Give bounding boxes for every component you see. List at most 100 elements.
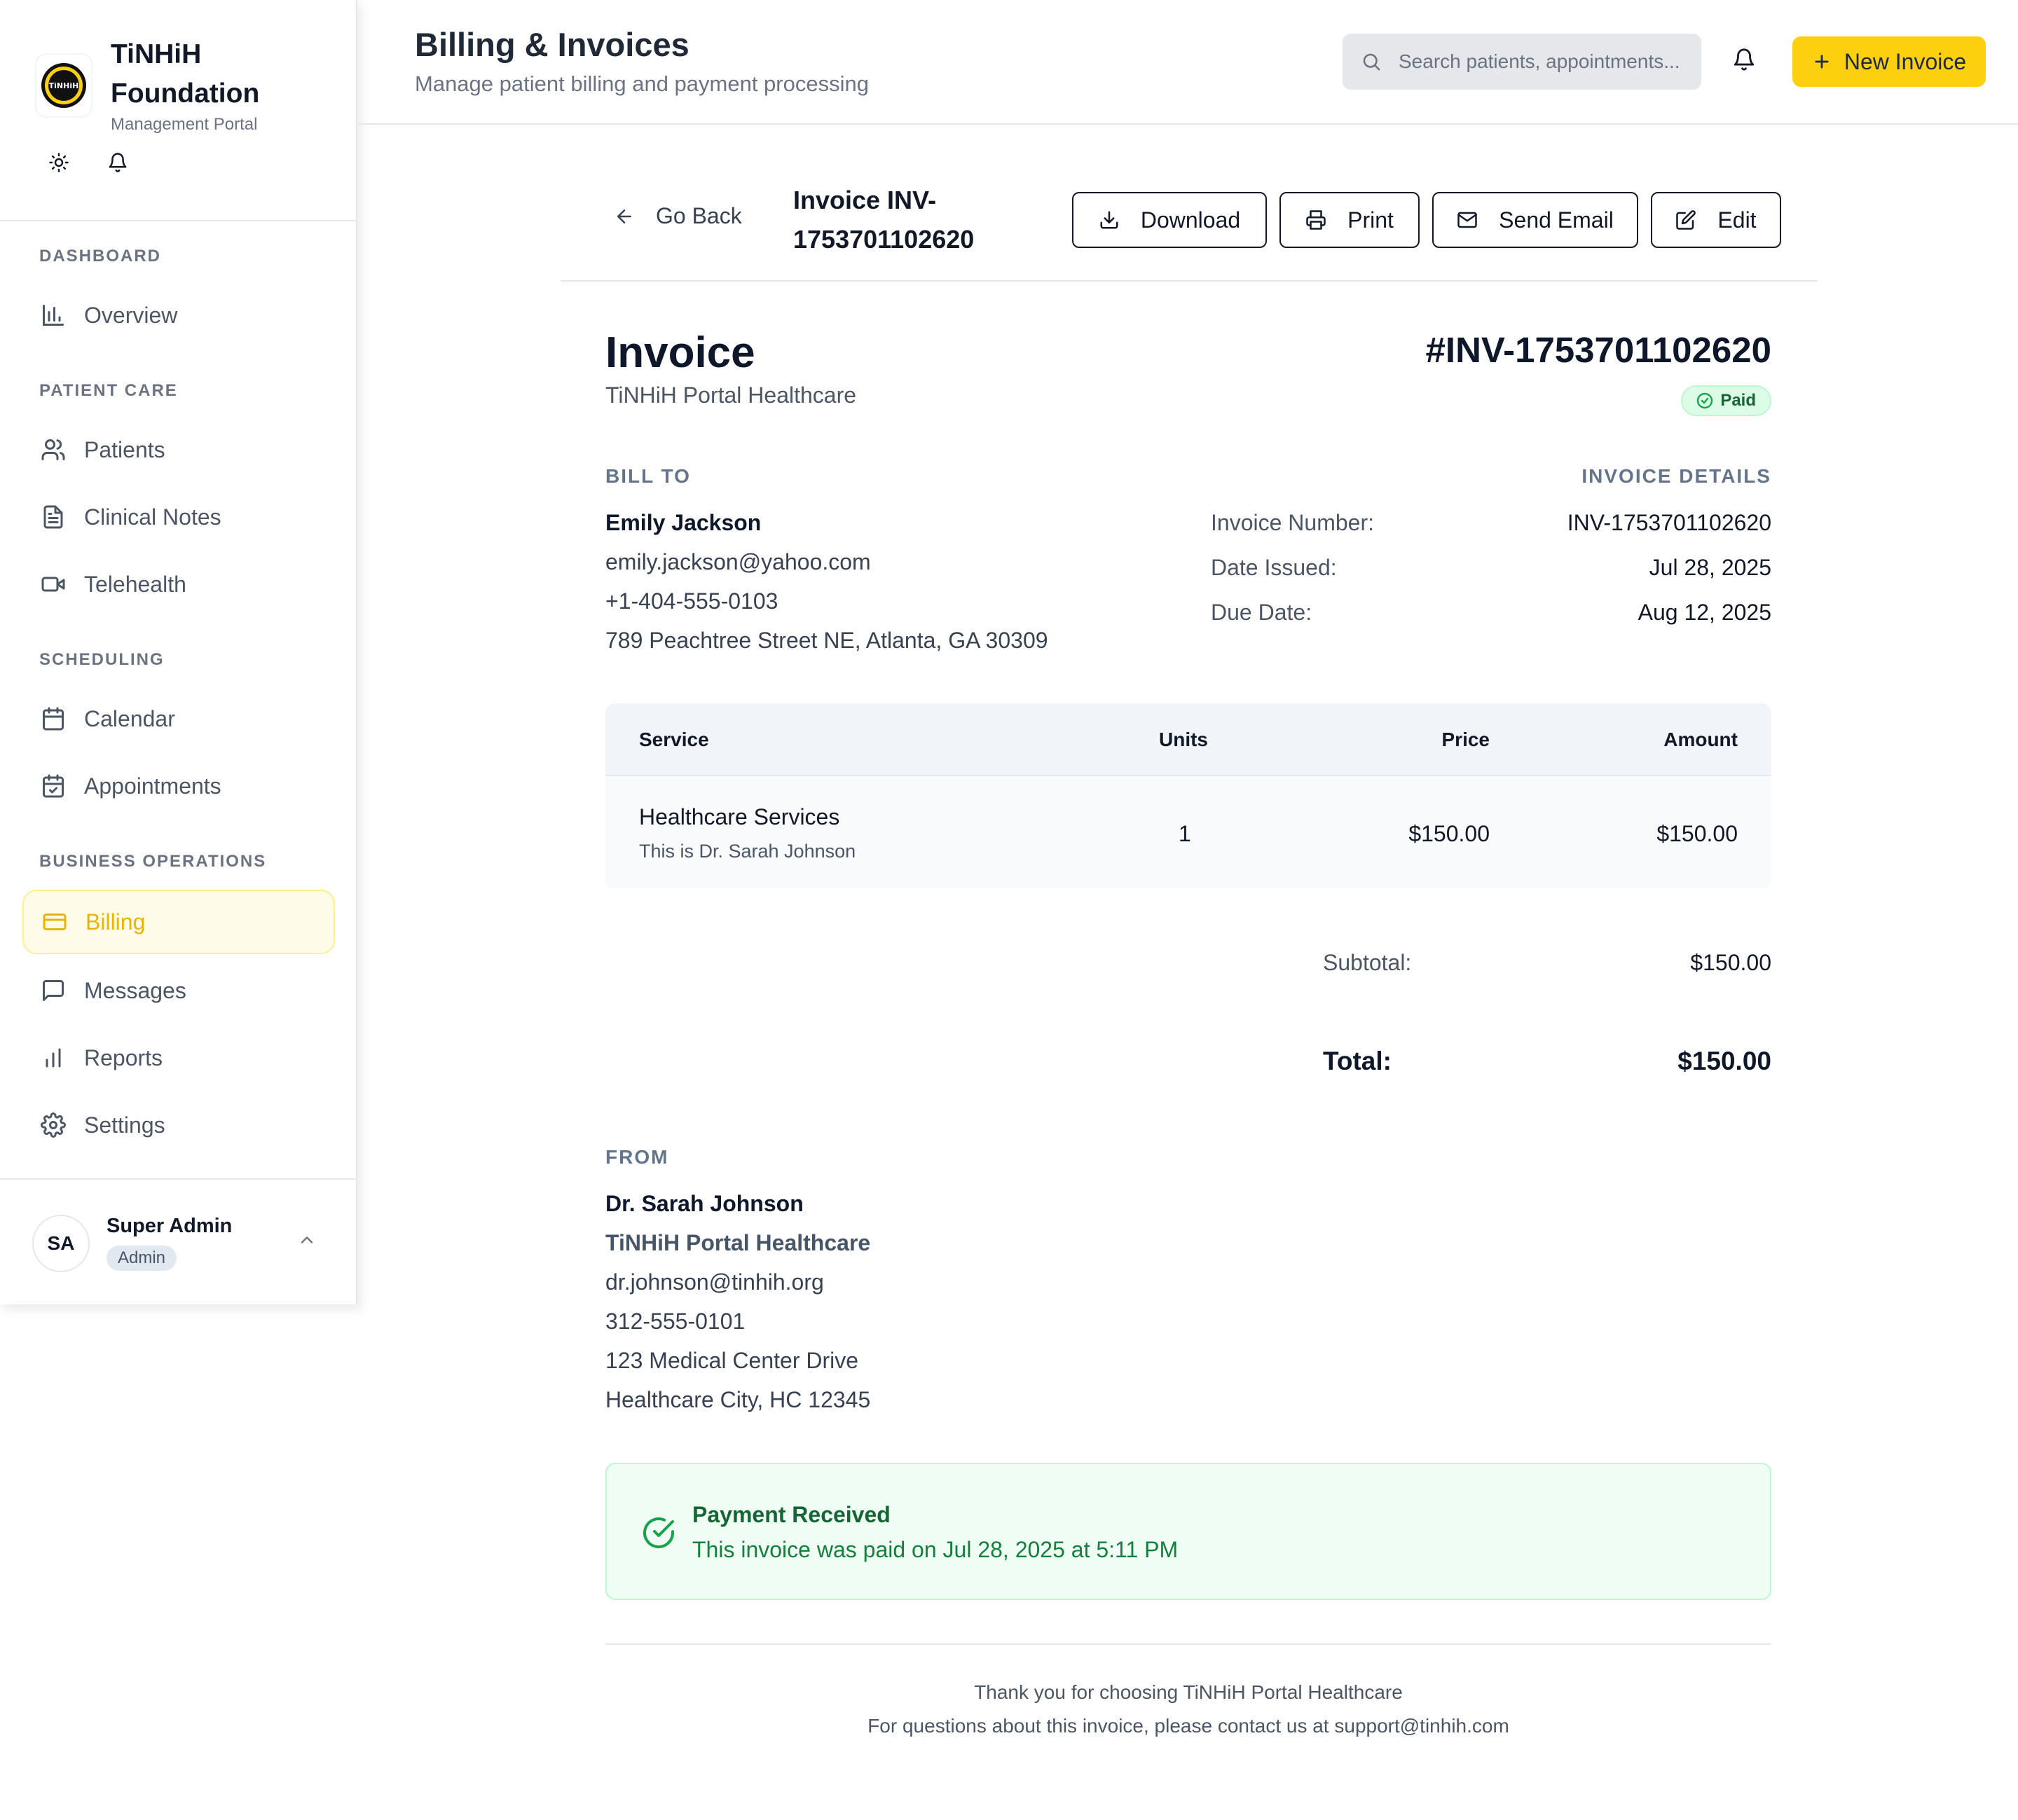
date-issued-label: Date Issued: — [1211, 555, 1337, 580]
edit-icon — [1675, 209, 1696, 230]
check-circle-icon — [1697, 392, 1713, 409]
download-button[interactable]: Download — [1072, 192, 1267, 248]
user-menu[interactable]: SA Super Admin Admin — [0, 1178, 357, 1304]
bill-to-label: BILL TO — [605, 465, 691, 487]
sidebar-item-billing[interactable]: Billing — [22, 890, 335, 954]
nav-section-business-operations: BUSINESS OPERATIONS — [39, 852, 267, 871]
brand-header: TiNHiH TiNHiH Foundation Management Port… — [0, 0, 357, 221]
from-name: Dr. Sarah Johnson — [605, 1191, 804, 1216]
footer-contact: For questions about this invoice, please… — [867, 1715, 1509, 1737]
new-invoice-button[interactable]: New Invoice — [1792, 36, 1986, 87]
total-label: Total: — [1323, 1047, 1392, 1075]
send-email-button[interactable]: Send Email — [1432, 192, 1638, 248]
top-header: Billing & Invoices Manage patient billin… — [359, 0, 2018, 125]
users-icon — [39, 436, 67, 464]
nav-section-patient-care: PATIENT CARE — [39, 381, 178, 400]
sidebar-item-label: Patients — [84, 436, 165, 462]
brand-subtitle: Management Portal — [111, 115, 258, 134]
user-name: Super Admin — [107, 1215, 233, 1237]
edit-button[interactable]: Edit — [1651, 192, 1781, 248]
calendar-icon — [39, 705, 67, 733]
total-value: $150.00 — [1677, 1047, 1771, 1075]
sidebar-item-label: Overview — [84, 302, 178, 328]
print-label: Print — [1347, 207, 1394, 233]
invoice-number-display: #INV-1753701102620 — [1425, 330, 1771, 370]
sidebar: TiNHiH TiNHiH Foundation Management Port… — [0, 0, 357, 1304]
search-input[interactable] — [1399, 50, 1679, 73]
avatar: SA — [32, 1215, 90, 1272]
sun-icon[interactable] — [45, 149, 73, 177]
user-role-badge: Admin — [107, 1246, 177, 1271]
invoice-details-label: INVOICE DETAILS — [1581, 465, 1771, 487]
bell-icon[interactable] — [104, 149, 132, 177]
download-label: Download — [1140, 207, 1241, 233]
chevron-up-icon[interactable] — [297, 1230, 317, 1250]
row-description: This is Dr. Sarah Johnson — [639, 841, 856, 862]
bill-to-address: 789 Peachtree Street NE, Atlanta, GA 303… — [605, 628, 1048, 653]
sidebar-item-settings[interactable]: Settings — [22, 1093, 335, 1157]
column-header-units: Units — [1159, 729, 1208, 750]
logo-icon: TiNHiH — [41, 63, 86, 108]
arrow-left-icon — [614, 206, 635, 227]
bill-to-email: emily.jackson@yahoo.com — [605, 549, 871, 574]
payment-text: This invoice was paid on Jul 28, 2025 at… — [692, 1537, 1179, 1562]
footer-thanks: Thank you for choosing TiNHiH Portal Hea… — [974, 1681, 1403, 1703]
gear-icon — [39, 1111, 67, 1139]
invoice-heading: Invoice — [605, 329, 755, 377]
video-icon — [39, 570, 67, 598]
from-address-line1: 123 Medical Center Drive — [605, 1348, 859, 1373]
sidebar-item-label: Settings — [84, 1112, 165, 1138]
sidebar-item-reports[interactable]: Reports — [22, 1026, 335, 1090]
invoice-company: TiNHiH Portal Healthcare — [605, 382, 857, 408]
sidebar-item-clinical-notes[interactable]: Clinical Notes — [22, 485, 335, 549]
logo-text: TiNHiH — [49, 81, 79, 90]
check-circle-icon — [642, 1516, 675, 1550]
sidebar-item-label: Calendar — [84, 705, 175, 731]
new-invoice-label: New Invoice — [1844, 48, 1967, 74]
sidebar-item-overview[interactable]: Overview — [22, 283, 335, 347]
plus-icon — [1812, 52, 1832, 71]
credit-card-icon — [41, 908, 69, 936]
subtotal-label: Subtotal: — [1323, 950, 1412, 975]
notifications-bell-icon[interactable] — [1732, 48, 1756, 71]
table-header: Service Units Price Amount — [605, 703, 1771, 776]
print-button[interactable]: Print — [1279, 192, 1420, 248]
line-items-table: Service Units Price Amount Healthcare Se… — [605, 703, 1771, 888]
payment-received-notice: Payment Received This invoice was paid o… — [605, 1463, 1771, 1600]
sidebar-item-calendar[interactable]: Calendar — [22, 687, 335, 751]
sidebar-item-patients[interactable]: Patients — [22, 418, 335, 482]
message-square-icon — [39, 977, 67, 1005]
row-amount: $150.00 — [1656, 821, 1738, 846]
edit-label: Edit — [1717, 207, 1757, 233]
sidebar-item-label: Clinical Notes — [84, 504, 221, 530]
bill-to-phone: +1-404-555-0103 — [605, 588, 778, 614]
sidebar-item-label: Reports — [84, 1045, 163, 1070]
sidebar-item-messages[interactable]: Messages — [22, 958, 335, 1023]
bar-chart-icon — [39, 301, 67, 329]
send-email-label: Send Email — [1499, 207, 1614, 233]
go-back-button[interactable]: Go Back — [614, 203, 742, 229]
row-units: 1 — [1179, 821, 1191, 846]
search-icon — [1361, 51, 1382, 72]
page-title: Billing & Invoices — [415, 26, 689, 63]
search-bar[interactable] — [1343, 34, 1701, 90]
due-date-label: Due Date: — [1211, 600, 1312, 625]
printer-icon — [1305, 209, 1326, 230]
due-date-value: Aug 12, 2025 — [1638, 600, 1771, 625]
status-badge-label: Paid — [1720, 391, 1756, 410]
sidebar-item-appointments[interactable]: Appointments — [22, 754, 335, 818]
page-subtitle: Manage patient billing and payment proce… — [415, 71, 869, 96]
column-header-price: Price — [1441, 729, 1490, 750]
from-organization: TiNHiH Portal Healthcare — [605, 1230, 871, 1255]
payment-title: Payment Received — [692, 1502, 891, 1527]
sidebar-item-telehealth[interactable]: Telehealth — [22, 552, 335, 616]
mail-icon — [1457, 209, 1478, 230]
invoice-number-value: INV-1753701102620 — [1567, 510, 1771, 535]
download-icon — [1099, 209, 1120, 230]
column-header-service: Service — [639, 729, 709, 750]
from-phone: 312-555-0101 — [605, 1309, 746, 1334]
brand-logo[interactable]: TiNHiH — [35, 53, 92, 118]
nav-section-dashboard: DASHBOARD — [39, 247, 161, 266]
row-service: Healthcare Services — [639, 804, 840, 829]
column-header-amount: Amount — [1663, 729, 1738, 750]
